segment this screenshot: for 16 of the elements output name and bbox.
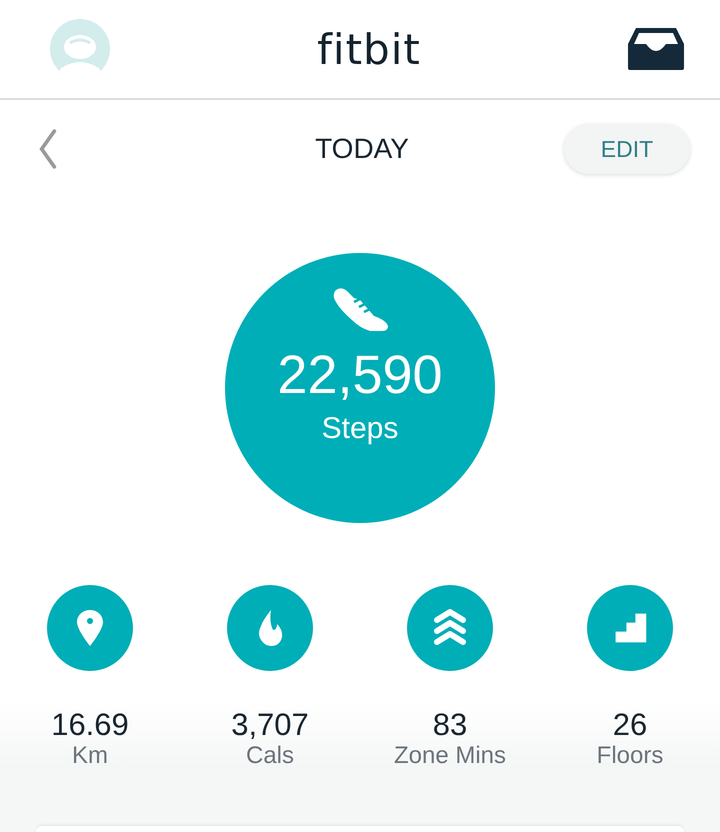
edit-button[interactable]: EDIT xyxy=(564,124,690,174)
steps-circle[interactable]: 22,590 Steps xyxy=(225,253,495,523)
stat-value: 16.69 xyxy=(51,708,129,742)
stat-value: 83 xyxy=(432,708,468,742)
stat-value: 3,707 xyxy=(231,708,309,742)
chevrons-up-icon xyxy=(432,608,468,648)
page-title: TODAY xyxy=(315,133,409,165)
inbox-icon[interactable] xyxy=(626,26,686,72)
steps-label: Steps xyxy=(322,412,398,446)
stat-label: Floors xyxy=(596,742,664,771)
stat-label: Km xyxy=(72,742,108,771)
stat-label: Cals xyxy=(246,742,294,771)
stat-label: Zone Mins xyxy=(394,742,506,771)
steps-value: 22,590 xyxy=(277,348,443,402)
app-logo: fitbit xyxy=(317,24,421,74)
stat-value: 26 xyxy=(612,708,648,742)
